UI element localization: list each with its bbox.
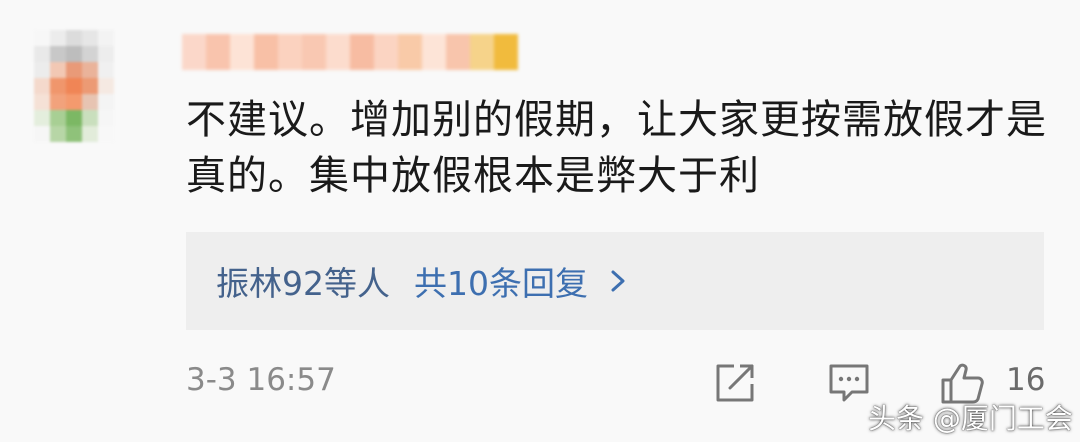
comment-icon[interactable] (826, 360, 872, 406)
reply-count-link[interactable]: 共10条回复 (414, 257, 588, 305)
like-count: 16 (1006, 362, 1046, 398)
replies-preview[interactable]: 振林92等人 共10条回复 (186, 232, 1044, 330)
timestamp: 3-3 16:57 (186, 362, 336, 398)
reply-names[interactable]: 振林92等人 (216, 257, 390, 305)
comment-card: 不建议。增加别的假期，让大家更按需放假才是真的。集中放假根本是弊大于利 振林92… (0, 0, 1080, 442)
avatar[interactable] (34, 30, 114, 142)
share-icon[interactable] (712, 360, 758, 406)
username-blurred[interactable] (182, 34, 518, 70)
chevron-right-icon (611, 270, 625, 292)
watermark: 头条 @厦门工会 (868, 402, 1073, 435)
comment-text: 不建议。增加别的假期，让大家更按需放假才是真的。集中放假根本是弊大于利 (186, 97, 1047, 199)
